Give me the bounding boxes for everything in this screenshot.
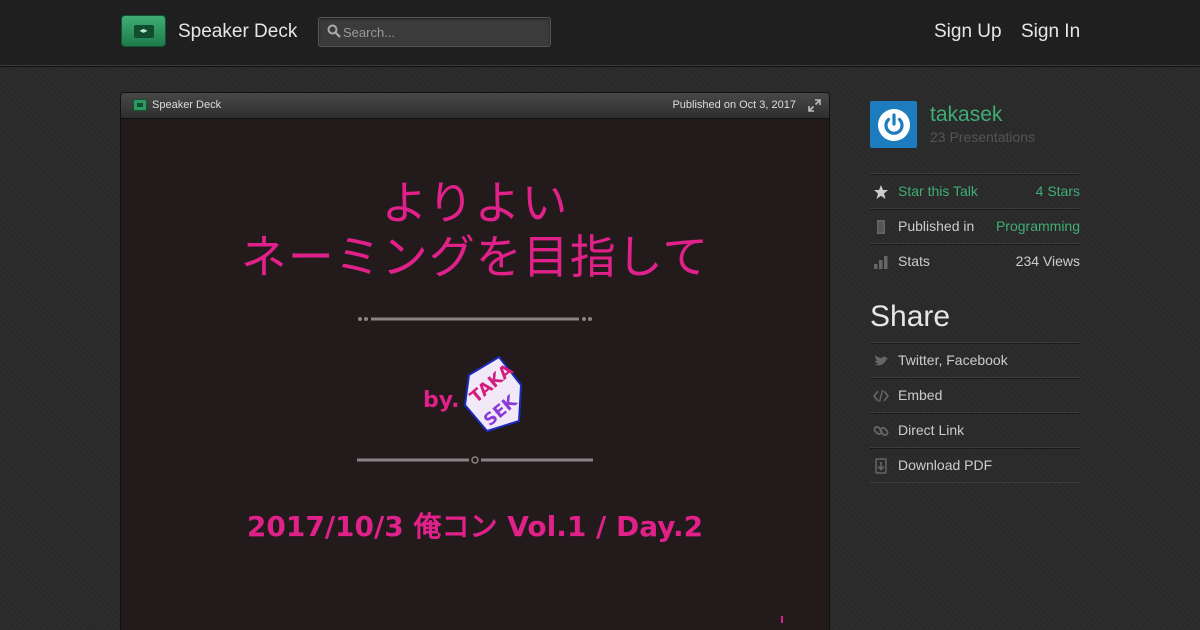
search-input[interactable] — [343, 20, 543, 44]
slide-progress-marker — [781, 616, 783, 623]
embed-row[interactable]: Embed — [870, 377, 1080, 412]
slide-byline: by. — [423, 388, 460, 413]
download-pdf-link[interactable]: Download PDF — [898, 457, 992, 473]
player-toolbar: Speaker Deck Published on Oct 3, 2017 — [121, 93, 829, 119]
search-box[interactable] — [318, 17, 551, 47]
bookmark-icon — [877, 220, 885, 234]
speakerdeck-logo-icon[interactable]: ◂▸ — [121, 15, 166, 47]
presentation-count: 23 Presentations — [930, 129, 1036, 145]
star-talk-row[interactable]: Star this Talk 4 Stars — [870, 173, 1080, 208]
direct-link-row[interactable]: Direct Link — [870, 412, 1080, 447]
share-social-row[interactable]: Twitter, Facebook — [870, 342, 1080, 377]
published-in-row: Published in Programming — [870, 208, 1080, 243]
published-date: Published on Oct 3, 2017 — [672, 99, 796, 111]
fullscreen-expand-icon[interactable] — [808, 99, 821, 112]
download-pdf-row[interactable]: Download PDF — [870, 447, 1080, 482]
player-brand-label[interactable]: Speaker Deck — [152, 99, 221, 111]
user-name-link[interactable]: takasek — [930, 103, 1002, 127]
slide-event-caption: 2017/10/3 俺コン Vol.1 / Day.2 — [246, 510, 704, 543]
sign-in-link[interactable]: Sign In — [1021, 21, 1080, 43]
bird-icon — [874, 355, 889, 366]
user-avatar[interactable] — [870, 101, 917, 148]
share-social-link[interactable]: Twitter, Facebook — [898, 352, 1008, 368]
takasek-logo-icon: TAKA SEK — [463, 355, 523, 433]
link-icon — [873, 426, 889, 436]
category-link[interactable]: Programming — [996, 218, 1080, 234]
power-icon — [877, 108, 910, 141]
presentation-player[interactable]: Speaker Deck Published on Oct 3, 2017 より… — [120, 92, 830, 630]
stats-icon — [874, 256, 888, 269]
ornament-divider-top — [358, 317, 592, 321]
star-talk-link[interactable]: Star this Talk — [898, 183, 978, 199]
views-count: 234 Views — [1015, 253, 1080, 269]
slide-title-line2: ネーミングを目指して — [240, 230, 710, 284]
top-navbar: ◂▸ Speaker Deck Sign Up Sign In — [0, 0, 1200, 66]
code-icon — [873, 389, 889, 403]
brand-link[interactable]: Speaker Deck — [178, 21, 297, 43]
stats-label: Stats — [898, 253, 930, 269]
direct-link[interactable]: Direct Link — [898, 422, 964, 438]
ornament-divider-bottom — [357, 456, 593, 464]
slide-title-line1: よりよい — [381, 176, 569, 230]
download-icon — [875, 458, 887, 474]
embed-link[interactable]: Embed — [898, 387, 942, 403]
speakerdeck-mini-logo-icon[interactable] — [133, 99, 147, 111]
star-count[interactable]: 4 Stars — [1036, 183, 1080, 199]
stats-row: Stats 234 Views — [870, 243, 1080, 278]
share-divider — [870, 482, 1080, 483]
share-heading: Share — [870, 300, 951, 333]
published-in-label: Published in — [898, 218, 975, 234]
search-icon — [327, 24, 341, 38]
star-icon — [874, 185, 888, 199]
sign-up-link[interactable]: Sign Up — [934, 21, 1002, 43]
slide-canvas[interactable]: よりよい ネーミングを目指して by. TAKA SEK 2017/10/3 俺… — [121, 120, 829, 630]
